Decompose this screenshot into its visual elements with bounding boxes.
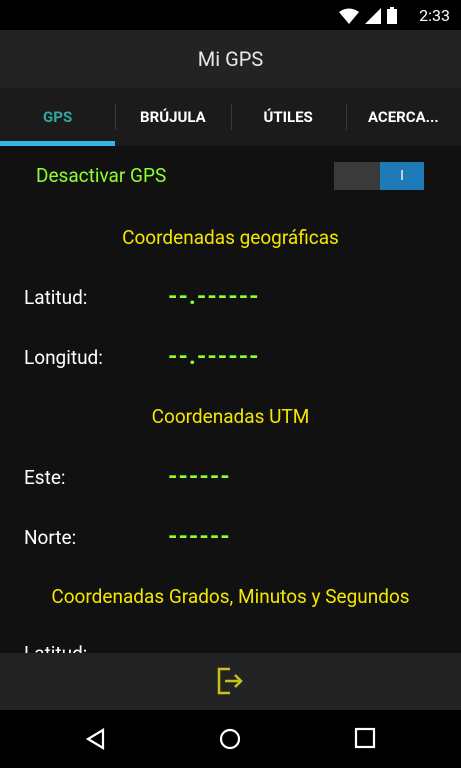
recents-icon[interactable]	[354, 727, 376, 749]
gps-content[interactable]: Desactivar GPS I Coordenadas geográficas…	[0, 146, 461, 653]
system-nav-bar	[0, 710, 461, 768]
geo-section-title: Coordenadas geográficas	[122, 226, 339, 249]
gps-toggle-label: Desactivar GPS	[36, 164, 167, 187]
bottom-action-bar	[0, 653, 461, 710]
gps-switch-thumb: I	[380, 162, 424, 190]
status-time: 2:33	[419, 6, 450, 25]
signal-icon	[365, 7, 381, 24]
home-icon[interactable]	[218, 727, 242, 751]
geo-lat-label: Latitud:	[24, 286, 88, 309]
wifi-icon	[339, 8, 359, 24]
gps-switch[interactable]: I	[334, 162, 424, 190]
utm-este-label: Este:	[24, 466, 66, 489]
geo-lat-value: --.------	[168, 282, 260, 310]
tab-brujula[interactable]: BRÚJULA	[115, 88, 230, 146]
status-icons	[339, 7, 397, 24]
tab-acerca[interactable]: ACERCA...	[345, 88, 461, 146]
tab-utiles[interactable]: ÚTILES	[230, 88, 346, 146]
back-icon[interactable]	[84, 727, 108, 751]
app-title: Mi GPS	[197, 47, 264, 71]
app-bar: Mi GPS	[0, 30, 461, 89]
geo-lon-value: --.------	[168, 342, 260, 370]
dms-section-title: Coordenadas Grados, Minutos y Segundos	[51, 585, 410, 608]
status-bar: 2:33	[0, 0, 461, 30]
battery-icon	[387, 7, 397, 24]
utm-section-title: Coordenadas UTM	[151, 405, 310, 428]
exit-button[interactable]	[216, 665, 244, 697]
utm-norte-value: ------	[168, 522, 231, 550]
exit-icon	[217, 667, 243, 695]
utm-este-value: ------	[168, 462, 231, 490]
tab-bar: GPS BRÚJULA ÚTILES ACERCA...	[0, 88, 461, 146]
utm-norte-label: Norte:	[24, 526, 77, 549]
geo-lon-label: Longitud:	[24, 346, 103, 369]
tab-gps[interactable]: GPS	[0, 88, 116, 146]
dms-lat-label: Latitud:	[24, 642, 87, 653]
